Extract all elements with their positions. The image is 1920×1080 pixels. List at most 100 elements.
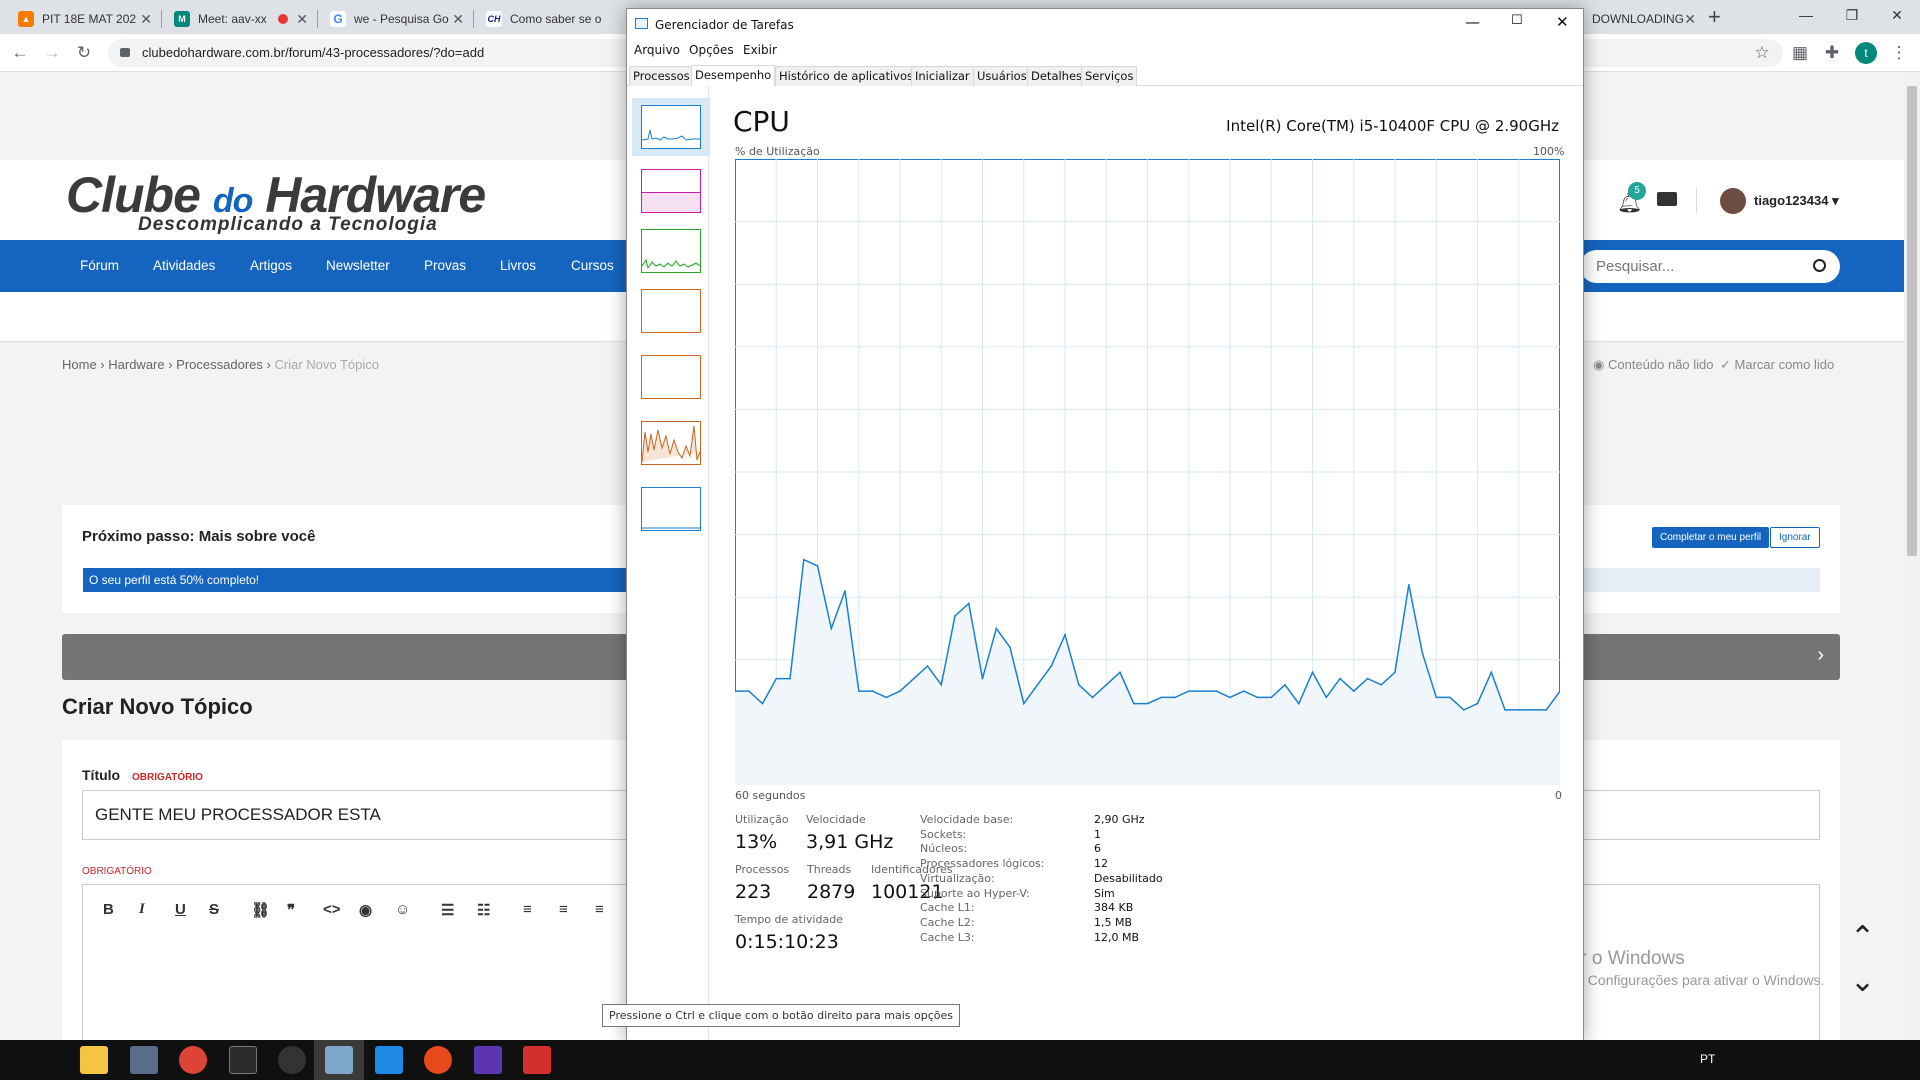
extensions-puzzle-icon[interactable]: ✚ <box>1820 41 1844 65</box>
forward-arrow-icon[interactable]: → <box>40 41 64 65</box>
sidebar-item-ethernet-2[interactable] <box>641 355 701 399</box>
bookmark-star-icon[interactable]: ☆ <box>1750 41 1774 65</box>
nav-livros[interactable]: Livros <box>500 240 536 292</box>
tab-detalhes[interactable]: Detalhes <box>1027 66 1087 86</box>
new-tab-icon[interactable]: + <box>1708 4 1721 30</box>
detail-value: 12,0 MB <box>1094 930 1140 944</box>
tab-processos[interactable]: Processos <box>629 66 694 86</box>
cpu-data-point <box>1394 671 1396 674</box>
tm-close-icon[interactable]: ✕ <box>1556 13 1569 31</box>
nav-newsletter[interactable]: Newsletter <box>326 240 390 292</box>
ignore-button[interactable]: Ignorar <box>1770 527 1820 548</box>
language-indicator[interactable]: PT <box>1700 1052 1715 1066</box>
cpu-mini-graph <box>641 129 700 141</box>
sidebar-item-disk[interactable] <box>641 229 701 273</box>
browser-tab[interactable]: ▲ PIT 18E MAT 202 ✕ <box>10 4 160 34</box>
nav-cursos[interactable]: Cursos <box>571 240 614 292</box>
numbered-list-icon[interactable]: ☷ <box>477 901 490 919</box>
sidebar-item-gpu[interactable] <box>641 487 701 531</box>
app-icon[interactable] <box>424 1046 452 1074</box>
cpu-data-point <box>1105 684 1108 686</box>
photos-icon[interactable] <box>375 1046 403 1074</box>
tm-maximize-icon[interactable]: ☐ <box>1511 13 1523 28</box>
align-left-icon[interactable]: ≡ <box>523 901 532 918</box>
underline-icon[interactable]: U <box>175 901 186 918</box>
italic-icon[interactable]: I <box>139 901 145 918</box>
menu-arquivo[interactable]: Arquivo <box>634 43 680 57</box>
back-arrow-icon[interactable]: ← <box>8 41 32 65</box>
envelope-icon[interactable] <box>1657 192 1677 206</box>
complete-profile-button[interactable]: Completar o meu perfil <box>1652 527 1770 548</box>
mark-read-link[interactable]: ✓ Marcar como lido <box>1720 357 1834 373</box>
file-explorer-icon[interactable] <box>80 1046 108 1074</box>
restore-icon[interactable]: ❐ <box>1829 0 1875 30</box>
app-icon[interactable] <box>474 1046 502 1074</box>
tab-inicializar[interactable]: Inicializar <box>911 66 974 86</box>
bold-icon[interactable]: B <box>103 901 114 918</box>
browser-tab[interactable]: G we - Pesquisa Go ✕ <box>322 4 472 34</box>
menu-opcoes[interactable]: Opções <box>689 43 734 57</box>
scroll-up-chevron-icon[interactable]: ⌃ <box>1850 920 1875 955</box>
sidebar-item-wifi[interactable] <box>641 421 701 465</box>
close-tab-icon[interactable]: ✕ <box>296 11 308 28</box>
cpu-data-point <box>761 702 764 705</box>
code-icon[interactable]: <> <box>323 901 341 918</box>
tab-usuarios[interactable]: Usuários <box>973 66 1031 86</box>
link-icon[interactable]: ⛓ <box>251 901 270 919</box>
browser-tab[interactable]: CH Como saber se o <box>478 4 628 34</box>
close-window-icon[interactable]: ✕ <box>1874 0 1920 30</box>
performance-sidebar <box>627 86 710 1041</box>
epic-games-icon[interactable] <box>229 1046 257 1074</box>
sidebar-item-memory[interactable] <box>641 169 701 213</box>
tm-minimize-icon[interactable]: — <box>1465 13 1480 31</box>
quote-icon[interactable]: ❞ <box>287 901 295 919</box>
scroll-down-chevron-icon[interactable]: ⌄ <box>1850 964 1875 999</box>
task-manager-taskbar-icon[interactable] <box>325 1046 353 1074</box>
chevron-right-icon[interactable]: › <box>1817 644 1824 667</box>
reload-icon[interactable]: ↻ <box>72 41 96 65</box>
sidebar-item-ethernet[interactable] <box>641 289 701 333</box>
nav-provas[interactable]: Provas <box>424 240 466 292</box>
search-icon[interactable] <box>1813 259 1826 272</box>
scrollbar-thumb[interactable] <box>1907 86 1917 556</box>
cpu-data-point <box>1078 684 1080 686</box>
nav-atividades[interactable]: Atividades <box>153 240 215 292</box>
browser-tab[interactable]: M Meet: aav-xx ✕ <box>166 4 316 34</box>
browser-menu-icon[interactable]: ⋮ <box>1887 41 1911 65</box>
tab-historico[interactable]: Histórico de aplicativos <box>775 66 917 86</box>
browser-tab[interactable]: DOWNLOADING ✕ <box>1584 4 1704 34</box>
close-tab-icon[interactable]: ✕ <box>452 11 464 28</box>
menu-exibir[interactable]: Exibir <box>743 43 777 57</box>
user-avatar[interactable] <box>1720 188 1746 214</box>
nav-artigos[interactable]: Artigos <box>250 240 292 292</box>
align-right-icon[interactable]: ≡ <box>595 901 604 918</box>
strikethrough-icon[interactable]: S <box>209 901 219 918</box>
tab-desempenho[interactable]: Desempenho <box>691 65 776 86</box>
cpu-data-point <box>926 665 929 667</box>
page-scrollbar[interactable] <box>1904 72 1920 1040</box>
bullet-list-icon[interactable]: ☰ <box>441 901 454 919</box>
tab-servicos[interactable]: Serviços <box>1081 66 1138 86</box>
discord-icon[interactable] <box>130 1046 158 1074</box>
breadcrumb-hardware[interactable]: Hardware <box>108 357 164 372</box>
profile-avatar[interactable]: t <box>1855 42 1877 64</box>
breadcrumb: Home › Hardware › Processadores › Criar … <box>62 357 379 372</box>
extension-icon[interactable]: ▦ <box>1788 41 1812 65</box>
breadcrumb-processadores[interactable]: Processadores <box>176 357 263 372</box>
align-center-icon[interactable]: ≡ <box>559 901 568 918</box>
nav-forum[interactable]: Fórum <box>80 240 119 292</box>
unread-content-link[interactable]: ◉ Conteúdo não lido <box>1593 357 1714 373</box>
sidebar-item-cpu[interactable] <box>641 105 701 149</box>
chrome-icon[interactable] <box>179 1046 207 1074</box>
steam-icon[interactable] <box>278 1046 306 1074</box>
emoji-icon[interactable]: ☺ <box>395 901 410 918</box>
app-icon[interactable] <box>523 1046 551 1074</box>
site-search-input[interactable]: Pesquisar... <box>1580 250 1840 283</box>
username-link[interactable]: tiago123434 ▾ <box>1754 193 1839 209</box>
breadcrumb-home[interactable]: Home <box>62 357 97 372</box>
close-tab-icon[interactable]: ✕ <box>1684 11 1696 28</box>
notification-badge: 5 <box>1628 182 1646 200</box>
spoiler-eye-icon[interactable]: ◉ <box>359 901 372 919</box>
minimize-icon[interactable]: — <box>1783 0 1829 30</box>
close-tab-icon[interactable]: ✕ <box>140 11 152 28</box>
